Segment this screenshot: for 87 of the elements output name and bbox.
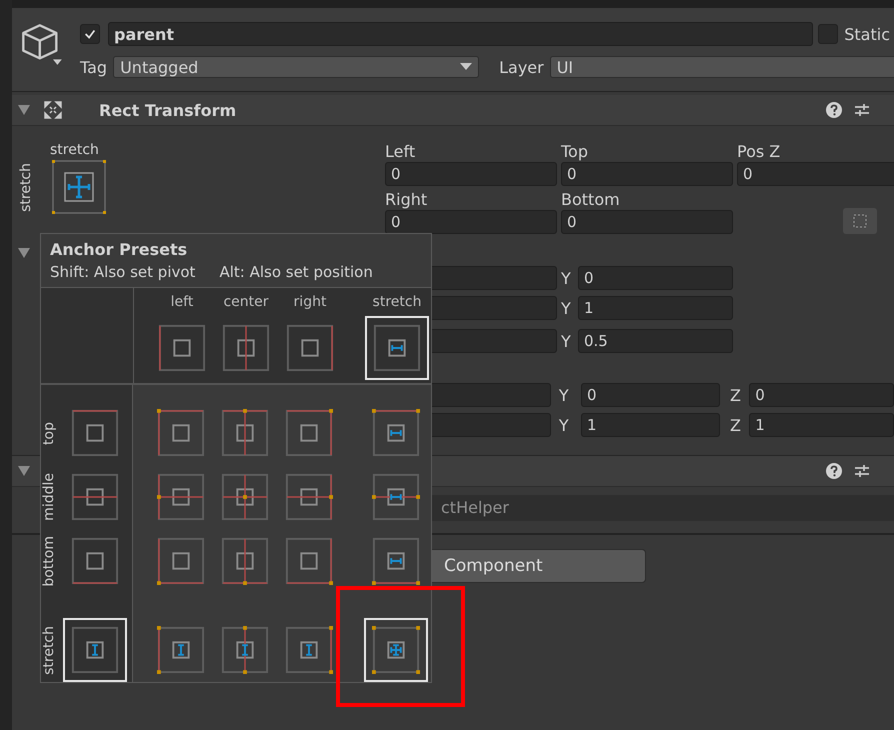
- anchor-preset-icon: [221, 626, 269, 674]
- row-label: stretch: [41, 626, 58, 674]
- anchor-preset-icon: [222, 324, 270, 372]
- static-label: Static: [844, 24, 890, 44]
- anchor-preset-button[interactable]: [365, 316, 429, 380]
- active-checkbox[interactable]: [80, 24, 100, 44]
- row-label: middle: [41, 473, 58, 521]
- anchor-label: stretch: [18, 162, 34, 212]
- tag-dropdown[interactable]: Untagged: [113, 56, 480, 78]
- axis-label: Y: [558, 386, 570, 404]
- input-field[interactable]: 0: [581, 383, 720, 407]
- anchor-preset-icon: [221, 537, 269, 585]
- field-label: Bottom: [561, 190, 621, 210]
- popup-title: Anchor Presets: [50, 240, 188, 259]
- input-field[interactable]: 0: [561, 210, 733, 234]
- input-field[interactable]: 0: [561, 162, 733, 186]
- anchor-preset-icon: [285, 409, 333, 457]
- layer-label: Layer: [499, 58, 544, 76]
- row-label: bottom: [41, 536, 58, 586]
- column-label: stretch: [372, 294, 422, 312]
- input-field[interactable]: 1: [581, 413, 720, 437]
- column-label: left: [170, 294, 194, 312]
- anchor-preset-icon: [372, 409, 420, 457]
- triangle-icon[interactable]: [18, 105, 30, 115]
- caret-icon: [460, 63, 472, 71]
- anchor-preset-icon: [221, 409, 269, 457]
- cube-icon[interactable]: [20, 22, 64, 66]
- axis-label: Z: [730, 386, 742, 404]
- anchor-preset-icon[interactable]: [52, 160, 106, 214]
- anchor-preset-icon: [157, 537, 205, 585]
- input-field[interactable]: 0: [737, 162, 894, 186]
- axis-label: Y: [561, 298, 572, 318]
- input-field[interactable]: 0: [578, 266, 733, 290]
- anchor-preset-icon: [286, 324, 334, 372]
- triangle-icon[interactable]: [18, 466, 30, 476]
- layer-dropdown[interactable]: UI: [550, 56, 894, 78]
- input-field[interactable]: 0: [385, 210, 557, 234]
- component-title: Rect Transform: [99, 100, 238, 120]
- column-label: right: [294, 294, 326, 312]
- sliders-icon[interactable]: [854, 102, 870, 118]
- check-icon: [83, 27, 97, 41]
- anchor-preset-icon: [372, 473, 420, 521]
- field-label: Top: [561, 142, 589, 162]
- field-label: Right: [385, 190, 428, 210]
- dashed-square-icon: [853, 214, 867, 228]
- anchor-preset-button[interactable]: [63, 618, 127, 682]
- anchor-preset-icon: [157, 626, 205, 674]
- input-field[interactable]: 0: [749, 383, 894, 407]
- hint-text: Alt: Also set position: [219, 263, 373, 281]
- anchor-preset-icon: [158, 324, 206, 372]
- anchor-preset-button[interactable]: [364, 618, 428, 682]
- anchor-preset-icon: [372, 626, 420, 674]
- anchor-preset-icon: [71, 409, 119, 457]
- help-icon[interactable]: [826, 463, 842, 479]
- move-icon: [44, 101, 62, 119]
- sliders-icon[interactable]: [854, 463, 870, 479]
- anchor-preset-icon: [373, 324, 421, 372]
- anchor-preset-icon: [285, 626, 333, 674]
- anchor-preset-icon: [285, 537, 333, 585]
- triangle-icon[interactable]: [18, 248, 30, 258]
- static-checkbox[interactable]: [818, 24, 838, 44]
- anchor-preset-icon: [157, 409, 205, 457]
- input-field[interactable]: 0.5: [578, 329, 733, 353]
- axis-label: Y: [561, 268, 572, 288]
- blueprint-button[interactable]: [843, 208, 877, 234]
- anchor-preset-icon: [71, 537, 119, 585]
- anchor-preset-icon: [285, 473, 333, 521]
- hint-text: Shift: Also set pivot: [50, 263, 196, 281]
- input-field[interactable]: 1: [578, 296, 733, 320]
- axis-label: Y: [561, 332, 572, 350]
- tag-label: Tag: [80, 58, 108, 76]
- column-label: center: [223, 294, 269, 312]
- help-icon[interactable]: [826, 102, 842, 118]
- input-field[interactable]: 0: [385, 162, 557, 186]
- anchor-preset-icon: [71, 626, 119, 674]
- field-label: Pos Z: [737, 142, 782, 162]
- anchor-preset-icon: [157, 473, 205, 521]
- anchor-preset-icon: [221, 473, 269, 521]
- axis-label: Y: [558, 416, 570, 434]
- name-field[interactable]: parent: [108, 22, 814, 46]
- anchor-preset-icon: [372, 537, 420, 585]
- row-label: top: [41, 422, 58, 444]
- input-field[interactable]: 1: [749, 413, 894, 437]
- field-label: Left: [385, 142, 416, 162]
- axis-label: Z: [730, 416, 742, 434]
- anchor-label: stretch: [50, 142, 100, 158]
- anchor-preset-icon: [71, 473, 119, 521]
